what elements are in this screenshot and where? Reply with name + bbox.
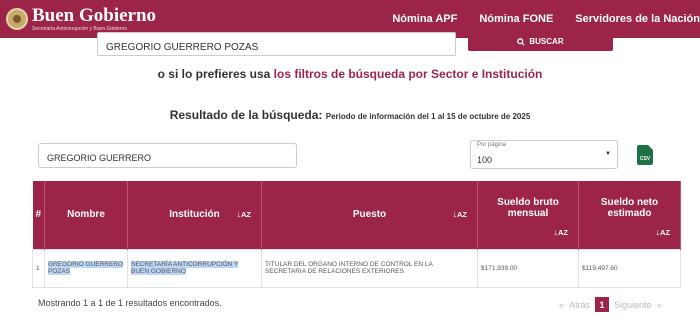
search-button[interactable]: BUSCAR (468, 32, 613, 51)
cell-institucion: SECRETARÍA ANTICORRUPCIÓN Y BUEN GOBIERN… (127, 248, 262, 288)
sort-icon[interactable]: ↓AZ (553, 227, 568, 237)
result-title: Resultado de la búsqueda: (169, 108, 323, 122)
sort-icon[interactable]: ↓AZ (452, 209, 467, 219)
sort-icon[interactable]: ↓AZ (655, 227, 670, 237)
filters-prefix: o si lo prefieres usa (157, 67, 274, 81)
header-sueldo-neto-label: Sueldo neto estimado (600, 196, 659, 219)
table-header-row: # Nombre Institución ↓AZ Puesto ↓AZ Sueldo… (32, 181, 681, 249)
cell-sueldo-neto: $119,497.60 (578, 248, 681, 288)
prev-page-link[interactable]: Atrás (569, 300, 590, 310)
per-page-value: 100 (477, 155, 493, 165)
table-filter-input[interactable]: GREGORIO GUERRERO (38, 143, 297, 168)
cell-sueldo-bruto: $171,939.00 (477, 248, 579, 288)
logo-title: Buen Gobierno (32, 5, 157, 26)
csv-label: CSV (639, 156, 651, 162)
header-num: # (32, 181, 45, 249)
filters-link[interactable]: los filtros de búsqueda por Sector e Ins… (274, 67, 543, 81)
cell-nombre: GREGORIO GUERRERO POZAS (44, 248, 128, 288)
page-1-button[interactable]: 1 (595, 297, 610, 312)
cell-puesto: TITULAR DEL ORGANO INTERNO DE CONTROL EN… (261, 248, 478, 288)
header-nombre[interactable]: Nombre (44, 181, 128, 249)
last-page-link[interactable]: » (657, 300, 662, 310)
header-sueldo-bruto[interactable]: Sueldo bruto mensual ↓AZ (477, 181, 579, 249)
logo[interactable]: Buen Gobierno Secretaría Anticorrupción … (6, 6, 156, 32)
result-period: Periodo de información del 1 al 15 de oc… (325, 112, 531, 121)
csv-download-icon[interactable]: CSV (637, 145, 653, 165)
header-institucion[interactable]: Institución ↓AZ (127, 181, 262, 249)
first-page-link[interactable]: « (559, 300, 564, 310)
search-button-label: BUSCAR (529, 37, 564, 46)
seal-icon (6, 8, 28, 30)
nav-servidores[interactable]: Servidores de la Nación (575, 13, 700, 25)
results-table: # Nombre Institución ↓AZ Puesto ↓AZ Sueldo… (32, 181, 681, 288)
table-row: 1 GREGORIO GUERRERO POZAS SECRETARÍA ANT… (32, 248, 681, 288)
sort-icon[interactable]: ↓AZ (236, 209, 251, 219)
header-institucion-label: Institución (169, 209, 220, 221)
cell-num: 1 (32, 248, 45, 288)
header-sueldo-neto[interactable]: Sueldo neto estimado ↓AZ (578, 181, 681, 249)
search-icon (517, 37, 526, 46)
per-page-select[interactable]: Por página 100 ▼ (470, 140, 618, 169)
header-puesto-label: Puesto (352, 209, 387, 221)
header-puesto[interactable]: Puesto ↓AZ (261, 181, 478, 249)
per-page-label: Por página (477, 142, 507, 148)
next-page-link[interactable]: Siguiente (614, 300, 652, 310)
results-summary: Mostrando 1 a 1 de 1 resultados encontra… (38, 298, 222, 308)
result-heading: Resultado de la búsqueda: Periodo de inf… (0, 108, 700, 122)
nav-nomina-fone[interactable]: Nómina FONE (479, 13, 553, 25)
nav-nomina-apf[interactable]: Nómina APF (392, 13, 457, 25)
cell-nombre-text: GREGORIO GUERRERO POZAS (48, 261, 124, 275)
pagination: « Atrás 1 Siguiente » (559, 297, 662, 312)
search-input[interactable]: GREGORIO GUERRERO POZAS (97, 32, 456, 56)
header-sueldo-bruto-label: Sueldo bruto mensual (497, 196, 559, 219)
cell-institucion-text: SECRETARÍA ANTICORRUPCIÓN Y BUEN GOBIERN… (131, 261, 239, 275)
caret-down-icon: ▼ (605, 151, 611, 157)
main-nav: Nómina APF Nómina FONE Servidores de la … (392, 13, 700, 25)
filters-text: o si lo prefieres usa los filtros de bús… (0, 67, 700, 81)
